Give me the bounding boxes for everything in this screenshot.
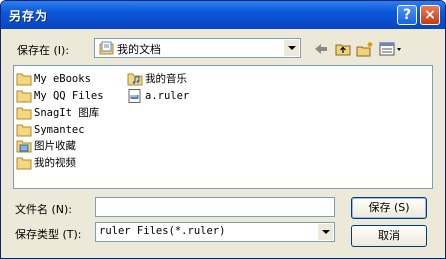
- chevron-down-icon: [288, 46, 296, 50]
- file-type-value: ruler Files(*.ruler): [99, 225, 226, 237]
- view-menu-icon[interactable]: [379, 41, 403, 57]
- file-list[interactable]: My eBooks My QQ Files SnagIt 图库 Symantec…: [13, 65, 433, 189]
- folder-icon: [16, 107, 32, 120]
- file-name-input[interactable]: [95, 197, 335, 217]
- save-in-label: 保存在 (I):: [17, 44, 70, 57]
- new-folder-icon[interactable]: [356, 41, 374, 57]
- save-button-label: 保存 (S): [368, 201, 410, 214]
- window-title: 另存为: [9, 9, 49, 23]
- my-documents-icon: [99, 41, 114, 55]
- list-item-label: Symantec: [34, 124, 85, 136]
- up-folder-icon[interactable]: [335, 41, 351, 57]
- save-in-dropdown-arrow[interactable]: [284, 40, 299, 56]
- list-item-label: My eBooks: [34, 73, 91, 85]
- save-in-dropdown[interactable]: 我的文档: [94, 38, 301, 58]
- cancel-button-label: 取消: [378, 229, 400, 242]
- save-button[interactable]: 保存 (S): [351, 197, 427, 219]
- ruler-file-icon: [128, 89, 141, 103]
- chevron-down-icon: [322, 230, 330, 234]
- folder-icon: [16, 73, 32, 86]
- help-button[interactable]: ?: [397, 5, 417, 25]
- save-as-dialog: 另存为 ? × 保存在 (I): 我的文档 My eBooks My QQ Fi…: [0, 0, 446, 259]
- list-item-label: My QQ Files: [34, 90, 104, 102]
- folder-icon: [16, 124, 32, 137]
- list-item-label: SnagIt 图库: [34, 107, 100, 119]
- folder-icon: [16, 157, 32, 170]
- file-name-label: 文件名 (N):: [15, 203, 73, 216]
- list-item-label: 我的音乐: [145, 73, 187, 85]
- pictures-folder-icon: [16, 140, 32, 153]
- save-in-value: 我的文档: [117, 43, 161, 56]
- file-type-label: 保存类型 (T):: [15, 228, 82, 241]
- file-type-dropdown[interactable]: ruler Files(*.ruler): [95, 222, 335, 242]
- list-item-label: 图片收藏: [34, 140, 76, 152]
- back-icon[interactable]: [313, 41, 329, 57]
- list-item-label: 我的视频: [34, 157, 76, 169]
- music-folder-icon: [127, 73, 143, 86]
- list-item-label: a.ruler: [145, 90, 190, 102]
- close-button[interactable]: ×: [420, 5, 440, 25]
- folder-icon: [16, 90, 32, 103]
- cancel-button[interactable]: 取消: [351, 225, 427, 247]
- title-bar[interactable]: 另存为 ? ×: [1, 1, 445, 29]
- file-type-dropdown-arrow[interactable]: [318, 224, 333, 240]
